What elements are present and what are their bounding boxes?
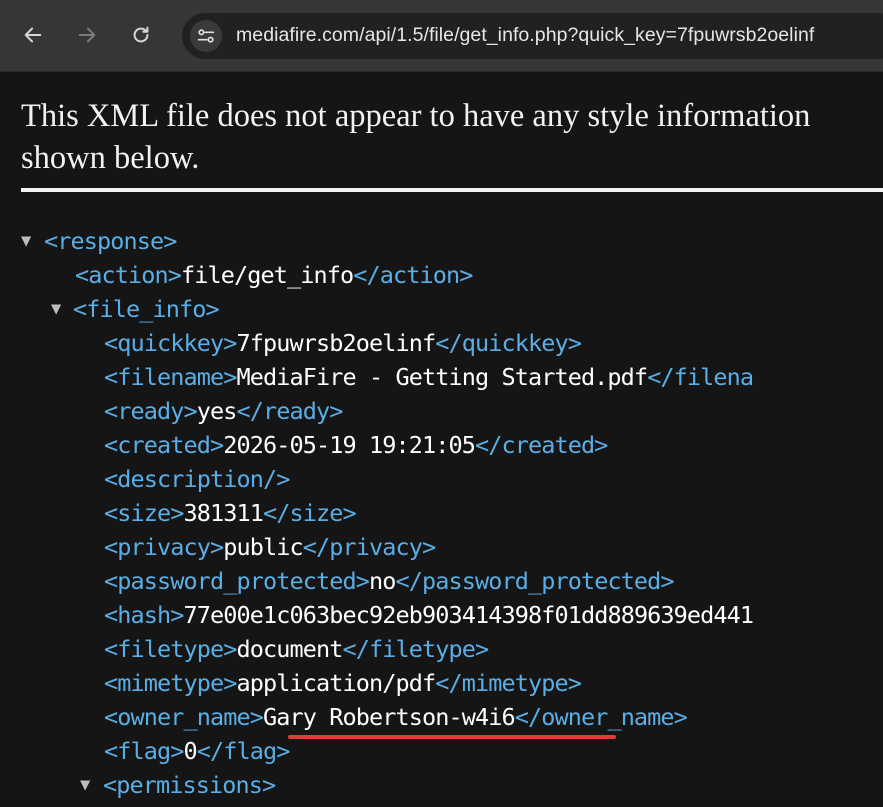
tag-value: MediaFire - Getting Started.pdf — [236, 363, 648, 391]
tag-open: <hash> — [104, 601, 184, 629]
tag-close: </privacy> — [302, 533, 436, 561]
tag-close: </mimetype> — [435, 669, 582, 697]
tag-open: <password_protected> — [104, 567, 370, 595]
xml-line-ready: <ready>yes</ready> — [104, 394, 343, 428]
tag-close: </password_protected> — [395, 567, 674, 595]
tag-open: <quickkey> — [104, 329, 237, 357]
tag-value: 7fpuwrsb2oelinf — [236, 329, 436, 357]
xml-line-quickkey: <quickkey>7fpuwrsb2oelinf</quickkey> — [104, 326, 582, 360]
tag-close: </owner_name> — [514, 703, 688, 731]
tag-close: </flag> — [196, 737, 291, 765]
reload-button[interactable] — [124, 18, 158, 52]
xml-line-description: <description/> — [104, 462, 290, 496]
owner-name-highlight-underline — [288, 735, 616, 739]
action-close-tag: </action> — [353, 261, 473, 289]
xml-line-mimetype: <mimetype>application/pdf</mimetype> — [104, 666, 582, 700]
xml-line-hash: <hash>77e00e1c063bec92eb903414398f01dd88… — [104, 598, 755, 632]
xml-line-privacy: <privacy>public</privacy> — [104, 530, 436, 564]
site-settings-icon — [197, 29, 215, 43]
tag-value: 77e00e1c063bec92eb903414398f01dd889639ed… — [183, 601, 755, 629]
action-value: file/get_info — [181, 261, 354, 289]
xml-line-action: <action>file/get_info</action> — [75, 258, 473, 292]
tag-open: <flag> — [104, 737, 184, 765]
permissions-open-tag: <permissions> — [103, 771, 276, 799]
address-bar[interactable]: mediafire.com/api/1.5/file/get_info.php?… — [182, 13, 883, 59]
tag-value: public — [223, 533, 303, 561]
tag-close: </created> — [474, 431, 608, 459]
reload-icon — [133, 26, 149, 43]
tag-close: </filena — [647, 363, 754, 391]
xml-line-flag: <flag>0</flag> — [104, 734, 290, 768]
xml-line-response: ▼ <response> — [21, 224, 177, 258]
tag-close: </filetype> — [342, 635, 489, 663]
notice-divider — [21, 188, 883, 192]
tag-close: </size> — [263, 499, 357, 527]
tag-open: <filename> — [104, 363, 237, 391]
response-open-tag: <response> — [44, 227, 177, 255]
xml-line-password-protected: <password_protected>no</password_protect… — [104, 564, 675, 598]
xml-line-owner-name: <owner_name>Gary Robertson-w4i6</owner_n… — [104, 700, 688, 734]
xml-line-filetype: <filetype>document</filetype> — [104, 632, 489, 666]
tag-close: </ready> — [236, 397, 344, 425]
xml-line-permissions: ▼ <permissions> — [80, 768, 276, 802]
collapse-triangle-icon[interactable]: ▼ — [21, 224, 31, 258]
xml-line-created: <created>2026-05-19 19:21:05</created> — [104, 428, 608, 462]
browser-toolbar: mediafire.com/api/1.5/file/get_info.php?… — [0, 0, 883, 72]
file-info-open-tag: <file_info> — [73, 295, 220, 323]
collapse-triangle-icon[interactable]: ▼ — [80, 768, 90, 802]
notice-line-2: shown below. — [21, 140, 200, 176]
tag-open: <description/> — [104, 465, 290, 493]
tag-value: document — [236, 635, 343, 663]
tag-value: 0 — [183, 737, 198, 765]
tag-open: <filetype> — [104, 635, 237, 663]
forward-button[interactable] — [70, 18, 104, 52]
tag-open: <owner_name> — [104, 703, 264, 731]
action-open-tag: <action> — [75, 261, 182, 289]
tag-open: <privacy> — [104, 533, 224, 561]
xml-line-file-info: ▼ <file_info> — [51, 292, 220, 326]
back-button[interactable] — [16, 18, 50, 52]
owner-name-value: Gary Robertson-w4i6 — [262, 703, 516, 731]
notice-line-1: This XML file does not appear to have an… — [21, 98, 811, 134]
xml-style-notice: This XML file does not appear to have an… — [21, 95, 883, 179]
tag-open: <mimetype> — [104, 669, 237, 697]
collapse-triangle-icon[interactable]: ▼ — [51, 292, 61, 326]
tag-value: yes — [196, 397, 238, 425]
tag-value: 2026-05-19 19:21:05 — [223, 431, 476, 459]
tag-close: </quickkey> — [435, 329, 582, 357]
back-arrow-icon — [24, 27, 42, 43]
xml-line-filename: <filename>MediaFire - Getting Started.pd… — [104, 360, 754, 394]
forward-arrow-icon — [78, 27, 96, 43]
tag-value: application/pdf — [236, 669, 436, 697]
tag-open: <created> — [104, 431, 224, 459]
tag-value: 381311 — [183, 499, 264, 527]
tag-open: <size> — [104, 499, 184, 527]
site-settings-button[interactable] — [190, 20, 222, 52]
xml-line-size: <size>381311</size> — [104, 496, 357, 530]
url-text[interactable]: mediafire.com/api/1.5/file/get_info.php?… — [236, 24, 814, 47]
tag-open: <ready> — [104, 397, 198, 425]
tag-value: no — [368, 567, 396, 595]
